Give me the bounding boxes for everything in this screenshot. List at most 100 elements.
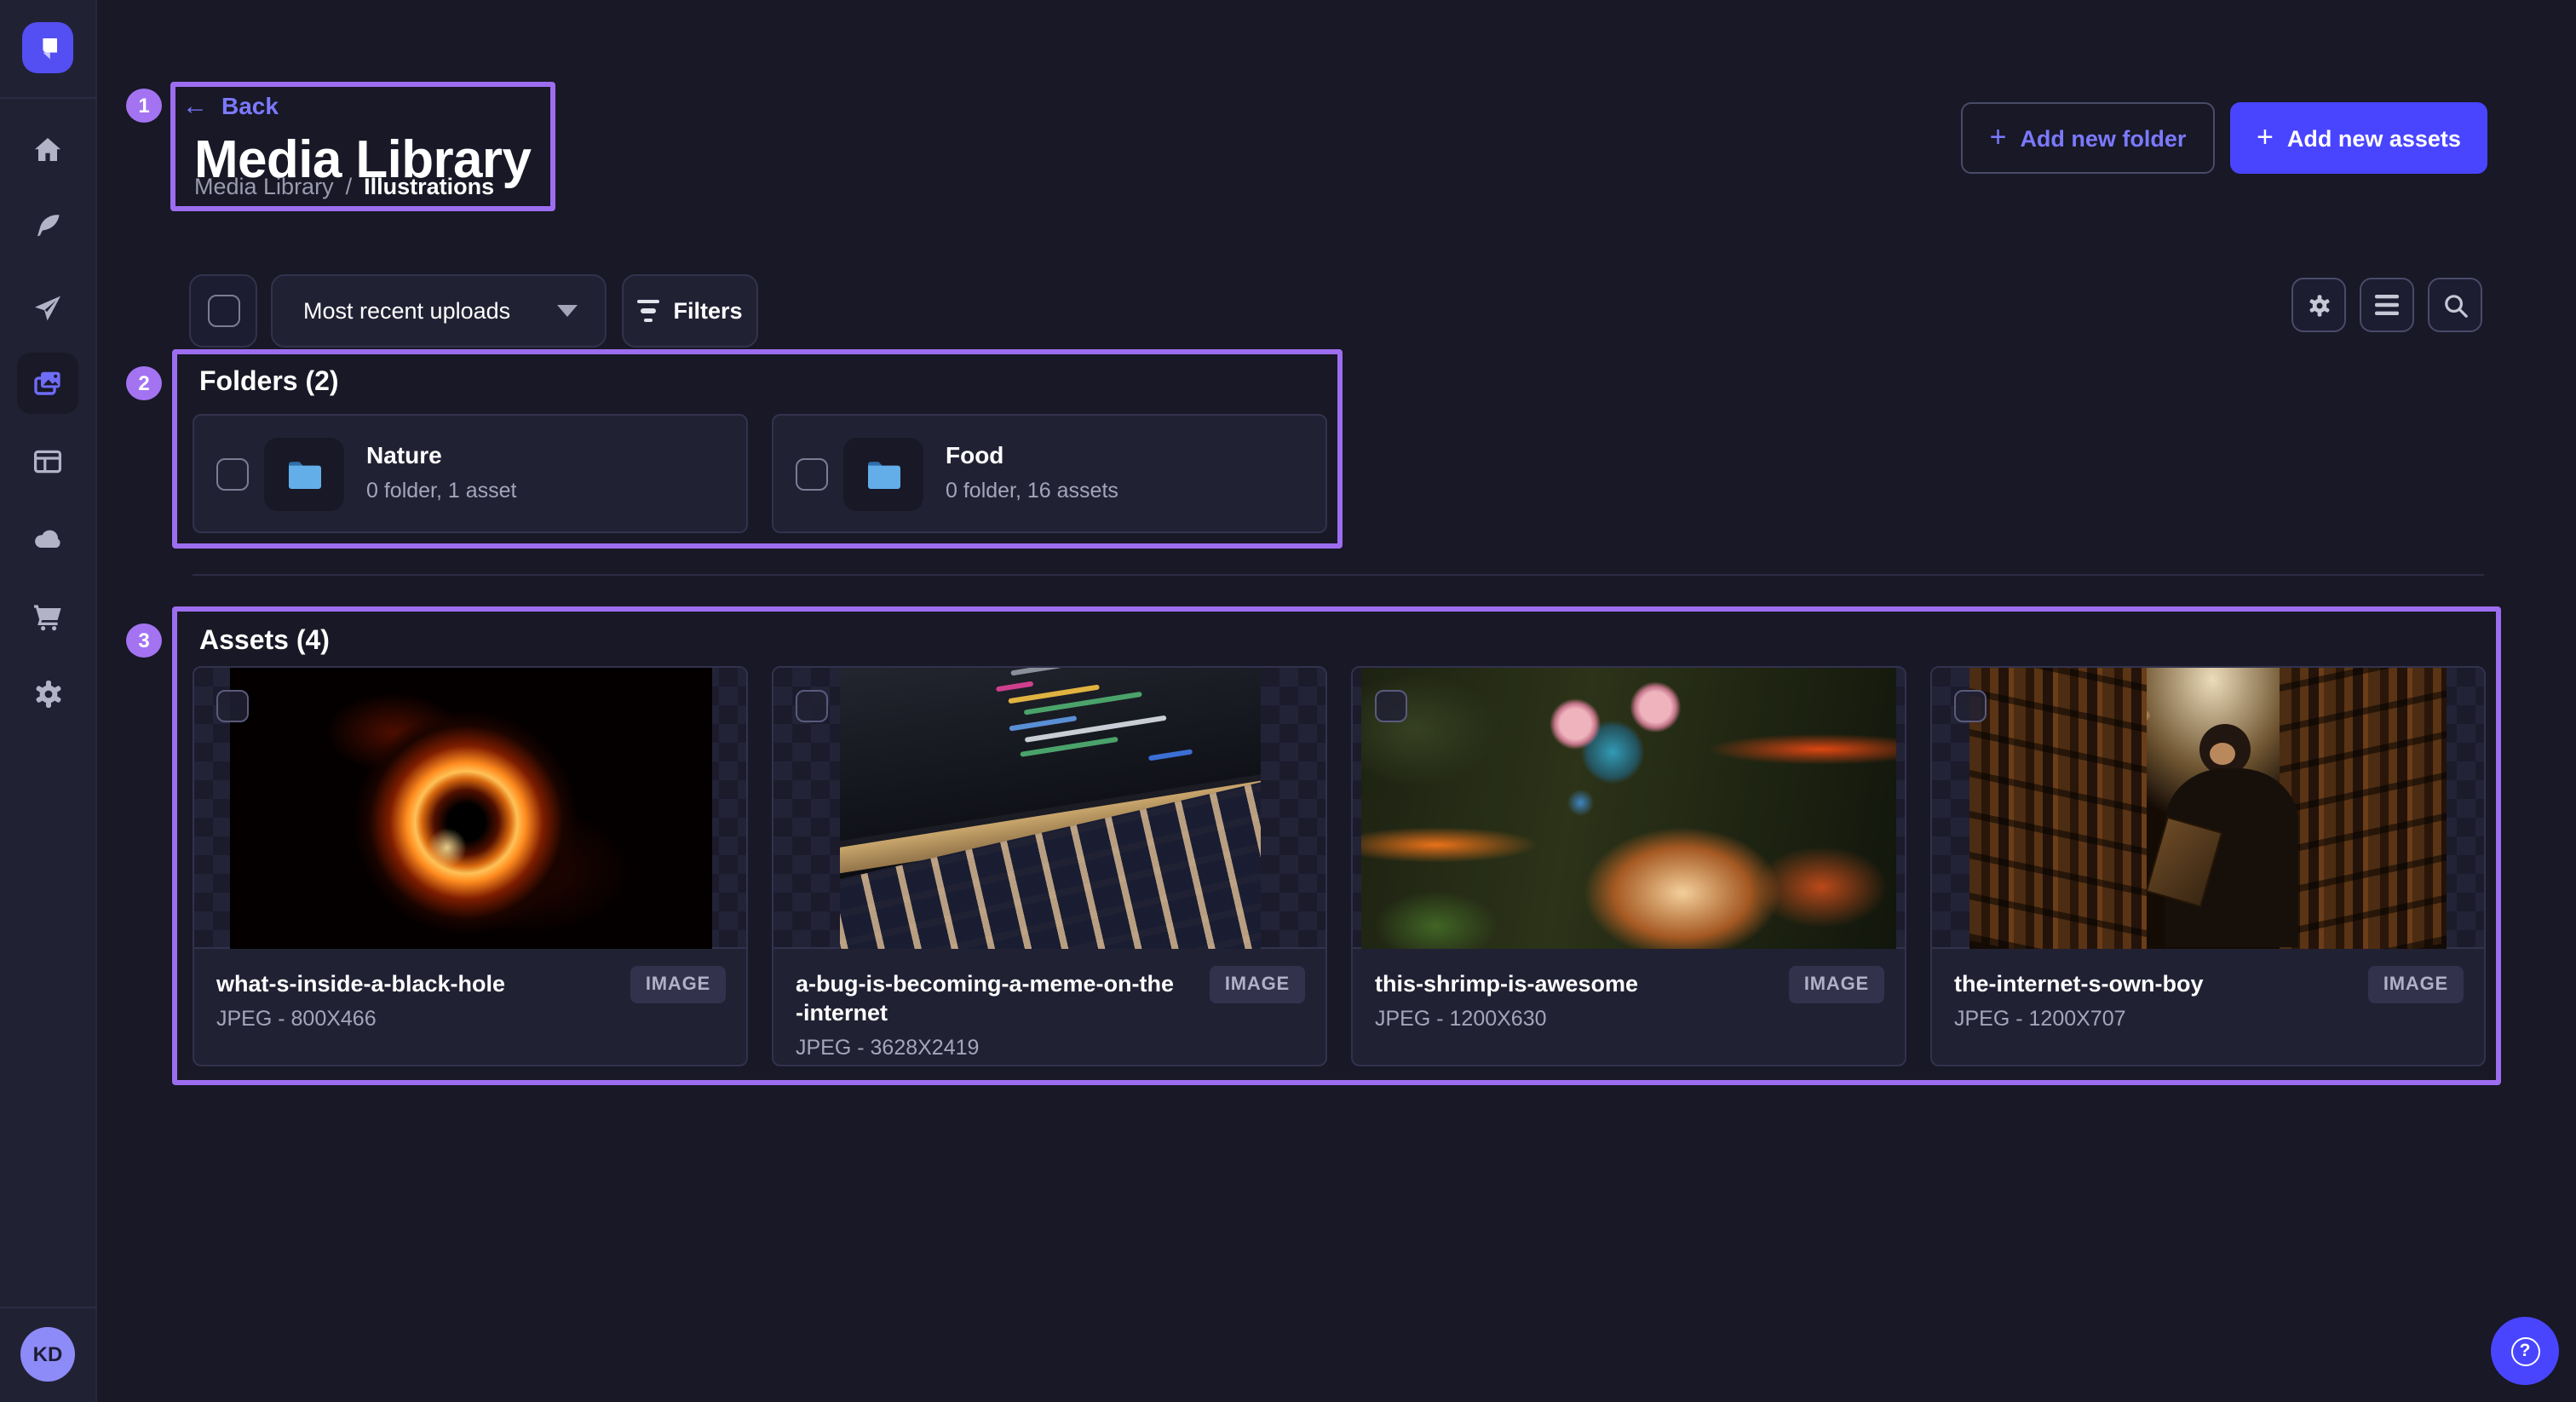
asset-meta: JPEG - 3628X2419	[796, 1036, 1303, 1060]
sidebar-item-deploy[interactable]	[17, 508, 78, 569]
user-avatar[interactable]: KD	[20, 1327, 75, 1382]
folder-card-food[interactable]: Food 0 folder, 16 assets	[772, 414, 1327, 533]
folder-meta: 0 folder, 1 asset	[366, 479, 517, 503]
asset-checkbox[interactable]	[1375, 690, 1407, 722]
asset-title: a-bug-is-becoming-a-meme-on-the-internet	[796, 969, 1174, 1027]
asset-checkbox[interactable]	[796, 690, 828, 722]
library-portrait-image	[1969, 667, 2447, 948]
asset-title: this-shrimp-is-awesome	[1375, 969, 1753, 998]
chevron-down-icon	[557, 305, 578, 317]
sidebar-item-home[interactable]	[17, 119, 78, 181]
asset-title: what-s-inside-a-black-hole	[216, 969, 595, 998]
cart-icon	[32, 601, 63, 632]
filters-button[interactable]: Filters	[622, 274, 758, 348]
media-library-icon	[31, 366, 65, 400]
list-icon	[2375, 295, 2399, 315]
annotation-badge-3: 3	[126, 623, 162, 658]
folder-name: Food	[946, 441, 1003, 468]
breadcrumb-separator: /	[346, 174, 353, 199]
layout-icon	[32, 446, 63, 477]
sidebar: KD	[0, 0, 97, 1402]
asset-type-badge: IMAGE	[1210, 966, 1305, 1003]
strapi-logo-glyph	[32, 32, 63, 63]
asset-thumbnail-area	[1932, 668, 2484, 949]
asset-footer: a-bug-is-becoming-a-meme-on-the-internet…	[773, 949, 1325, 1060]
sort-select[interactable]: Most recent uploads	[271, 274, 607, 348]
sidebar-item-media-library[interactable]	[17, 353, 78, 414]
search-button[interactable]	[2428, 278, 2482, 332]
add-new-folder-label: Add new folder	[2020, 125, 2186, 151]
media-library-page: KD ← Back 1 Media Library Media Library …	[0, 0, 2576, 1402]
asset-type-badge: IMAGE	[630, 966, 726, 1003]
folder-meta: 0 folder, 16 assets	[946, 479, 1118, 503]
breadcrumb-current: Illustrations	[364, 174, 494, 199]
laptop-code-image	[839, 667, 1260, 948]
settings-icon	[2306, 292, 2332, 318]
back-arrow-icon: ←	[182, 93, 208, 118]
asset-card-shrimp[interactable]: this-shrimp-is-awesome JPEG - 1200X630 I…	[1351, 666, 1906, 1066]
asset-type-badge: IMAGE	[2368, 966, 2464, 1003]
folder-icon	[865, 459, 902, 490]
asset-footer: the-internet-s-own-boy JPEG - 1200X707 I…	[1932, 949, 2484, 1031]
breadcrumb-parent[interactable]: Media Library	[194, 174, 334, 199]
strapi-logo[interactable]	[22, 22, 73, 73]
asset-meta: JPEG - 1200X707	[1954, 1007, 2462, 1031]
list-view-button[interactable]	[2360, 278, 2414, 332]
asset-footer: what-s-inside-a-black-hole JPEG - 800X46…	[194, 949, 746, 1031]
paper-plane-icon	[32, 293, 63, 324]
view-settings-button[interactable]	[2291, 278, 2346, 332]
asset-footer: this-shrimp-is-awesome JPEG - 1200X630 I…	[1353, 949, 1905, 1031]
sidebar-item-release[interactable]	[17, 278, 78, 339]
home-icon	[32, 135, 63, 165]
folder-icon-box	[264, 438, 344, 511]
add-new-folder-button[interactable]: + Add new folder	[1961, 102, 2215, 174]
back-label: Back	[221, 92, 279, 119]
back-link[interactable]: ← Back	[182, 92, 279, 119]
feather-icon	[32, 211, 63, 242]
sidebar-divider	[0, 97, 97, 99]
plus-icon: +	[2257, 122, 2274, 151]
add-new-assets-button[interactable]: + Add new assets	[2230, 102, 2487, 174]
sidebar-footer-divider	[0, 1307, 97, 1308]
sidebar-item-settings[interactable]	[17, 663, 78, 724]
folder-checkbox[interactable]	[216, 458, 249, 491]
asset-meta: JPEG - 1200X630	[1375, 1007, 1883, 1031]
select-all-checkbox-wrap[interactable]	[189, 274, 257, 348]
gear-icon	[32, 677, 64, 710]
add-new-assets-label: Add new assets	[2287, 125, 2461, 151]
section-divider	[193, 574, 2484, 576]
mantis-shrimp-image	[1361, 667, 1896, 948]
asset-checkbox[interactable]	[1954, 690, 1987, 722]
assets-heading: Assets (4)	[199, 627, 330, 658]
asset-thumbnail-area	[773, 668, 1325, 949]
folder-icon-box	[843, 438, 923, 511]
asset-type-badge: IMAGE	[1789, 966, 1884, 1003]
sort-select-value: Most recent uploads	[303, 298, 557, 324]
sidebar-item-content-type-builder[interactable]	[17, 431, 78, 492]
asset-card-black-hole[interactable]: what-s-inside-a-black-hole JPEG - 800X46…	[193, 666, 748, 1066]
asset-title: the-internet-s-own-boy	[1954, 969, 2332, 998]
question-mark-icon: ?	[2510, 1336, 2539, 1365]
asset-card-bug-meme[interactable]: a-bug-is-becoming-a-meme-on-the-internet…	[772, 666, 1327, 1066]
folder-name: Nature	[366, 441, 442, 468]
black-hole-image	[229, 667, 711, 948]
bookshelf-left	[1969, 667, 2146, 948]
filter-icon	[637, 300, 659, 323]
sidebar-item-content[interactable]	[17, 196, 78, 257]
folder-card-nature[interactable]: Nature 0 folder, 1 asset	[193, 414, 748, 533]
asset-thumbnail-area	[1353, 668, 1905, 949]
help-button[interactable]: ?	[2491, 1317, 2559, 1385]
asset-meta: JPEG - 800X466	[216, 1007, 724, 1031]
annotation-badge-1: 1	[126, 89, 162, 123]
folder-checkbox[interactable]	[796, 458, 828, 491]
asset-checkbox[interactable]	[216, 690, 249, 722]
sidebar-item-marketplace[interactable]	[17, 586, 78, 647]
select-all-checkbox[interactable]	[207, 295, 239, 327]
cloud-icon	[32, 522, 64, 554]
folder-icon	[285, 459, 323, 490]
bookshelf-right	[2280, 667, 2447, 948]
person-figure	[2165, 723, 2299, 948]
annotation-badge-2: 2	[126, 366, 162, 400]
asset-card-internets-own-boy[interactable]: the-internet-s-own-boy JPEG - 1200X707 I…	[1930, 666, 2486, 1066]
filters-label: Filters	[673, 298, 742, 324]
